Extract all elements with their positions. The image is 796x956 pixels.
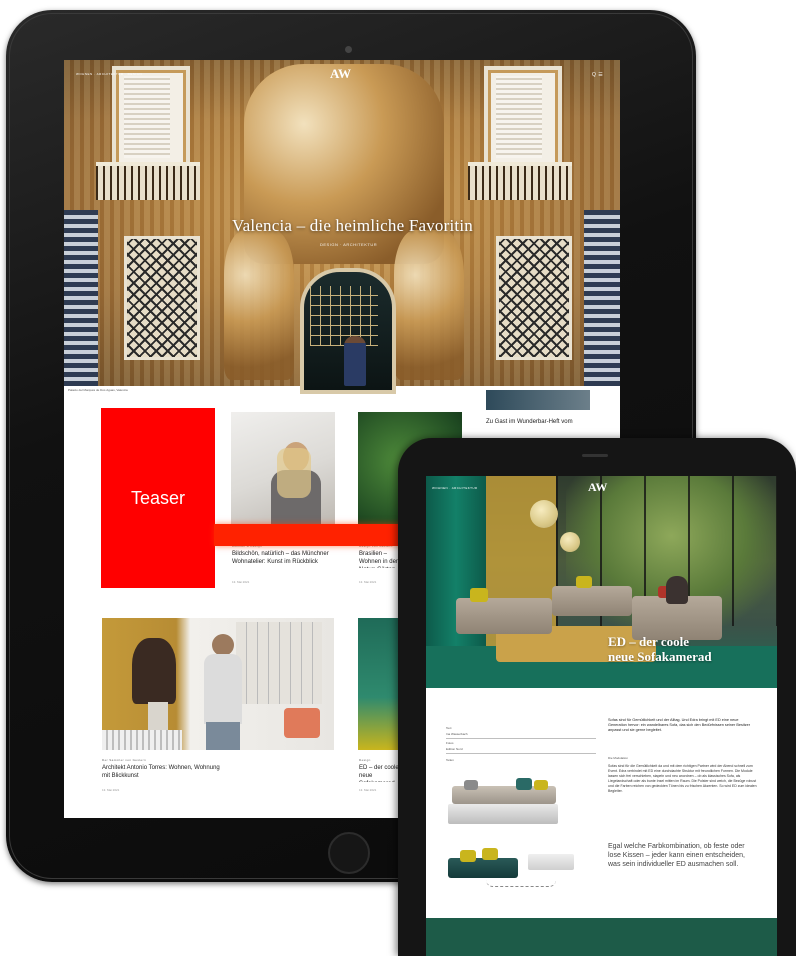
meta-value: Edition Nord xyxy=(446,747,463,751)
window-right-top xyxy=(484,66,562,174)
sofa-teal-module[interactable] xyxy=(448,858,518,878)
search-menu-icon[interactable]: Q ☰ xyxy=(592,72,603,78)
camera-icon xyxy=(345,46,352,53)
pillow xyxy=(576,576,592,588)
hero-title[interactable]: Valencia – die heimliche Favoritin xyxy=(232,216,473,236)
speaker-icon xyxy=(582,454,608,457)
card-image-portrait[interactable] xyxy=(231,412,335,536)
hero-subtitle: DESIGN · ARCHITEKTUR xyxy=(320,242,378,247)
card-date: 13. Mai 2021 xyxy=(232,580,250,584)
site-logo[interactable]: AW xyxy=(588,480,607,495)
article-body: Sofas sind für die Gemütlichkeit da und … xyxy=(608,764,757,793)
card-title[interactable]: Bildschön, natürlich – das Münchner Wohn… xyxy=(232,550,336,566)
hero-nav-left[interactable]: WOHNEN · ARCHITEKTUR xyxy=(432,486,478,490)
footer-band xyxy=(426,918,777,956)
card-title[interactable]: ED – der coole neue Sofakamerad xyxy=(359,764,399,782)
person-figure xyxy=(344,336,366,386)
card-category: Design xyxy=(359,758,371,762)
hero-image-sofa[interactable]: WOHNEN · ARCHITEKTUR AW ED – der coole n… xyxy=(426,476,777,688)
hero-title-line1[interactable]: ED – der coole xyxy=(608,634,689,649)
balcony-left xyxy=(96,162,200,200)
card-image-living-room[interactable] xyxy=(102,618,334,750)
person-on-sofa xyxy=(666,576,688,604)
window-grille-right xyxy=(496,236,572,360)
hero-caption: Palacio del Marqués de Dos Aguas, Valenc… xyxy=(68,388,128,392)
card-date: 13. Mai 2021 xyxy=(359,788,377,792)
teaser-box[interactable]: Teaser xyxy=(101,408,215,588)
divider xyxy=(446,738,596,739)
card-image-partial[interactable] xyxy=(486,390,590,410)
hero-title-line2[interactable]: neue Sofakamerad xyxy=(608,649,712,664)
pull-quote: Egal welche Farbkombination, ob feste od… xyxy=(608,843,745,868)
window-left-top xyxy=(112,66,190,174)
pendant-lamp xyxy=(560,532,580,552)
share-label[interactable]: Teilen xyxy=(446,758,454,762)
pillow xyxy=(464,780,478,790)
tablet-screen-front: WOHNEN · ARCHITEKTUR AW ED – der coole n… xyxy=(426,476,777,956)
move-arrow-icon xyxy=(486,880,556,887)
article-intro: Sofas sind für Gemütlichkeit und der All… xyxy=(608,718,751,732)
meta-value: Ina Wasserbach xyxy=(446,732,468,736)
pendant-lamp xyxy=(530,500,558,528)
pillow xyxy=(482,848,498,860)
card-title[interactable]: Brasilien – Wohnen in der Natur: Gärten … xyxy=(359,550,399,568)
meta-label: Text xyxy=(446,726,452,730)
section-heading: Die Modulation xyxy=(608,756,629,760)
card-title[interactable]: Architekt Antonio Torres: Wohnen, Wohnun… xyxy=(102,764,222,780)
card-title[interactable]: Zu Gast im Wunderbar-Heft vom xyxy=(486,418,590,426)
divider xyxy=(446,753,596,754)
card-image-sofa[interactable] xyxy=(358,618,398,750)
card-date: 13. Mai 2021 xyxy=(102,788,120,792)
sculpture-right xyxy=(394,230,464,380)
home-button[interactable] xyxy=(328,832,370,874)
card-date: 13. Mai 2021 xyxy=(359,580,377,584)
site-logo[interactable]: AW xyxy=(330,66,351,82)
balcony-right xyxy=(468,162,572,200)
sofa-ottoman[interactable] xyxy=(528,854,574,870)
sofa-module xyxy=(552,586,632,616)
pillow xyxy=(460,850,476,862)
pillow xyxy=(534,780,548,790)
hero-image[interactable]: WOHNEN · ARCHITEKTUR · DESIGN AW Q ☰ Val… xyxy=(64,60,620,394)
hero-nav-left[interactable]: WOHNEN · ARCHITEKTUR · DESIGN xyxy=(76,72,142,76)
card-category: Der Sammler von Gestern xyxy=(102,758,147,762)
tile-wall-left xyxy=(64,210,98,386)
sculpture-left xyxy=(224,230,294,380)
pillow xyxy=(516,778,532,790)
sofa-module xyxy=(456,598,552,634)
sofa-product-base xyxy=(448,804,558,824)
pillow xyxy=(470,588,488,602)
window-grille-left xyxy=(124,236,200,360)
tile-wall-right xyxy=(584,210,620,386)
meta-label: Fotos xyxy=(446,741,454,745)
